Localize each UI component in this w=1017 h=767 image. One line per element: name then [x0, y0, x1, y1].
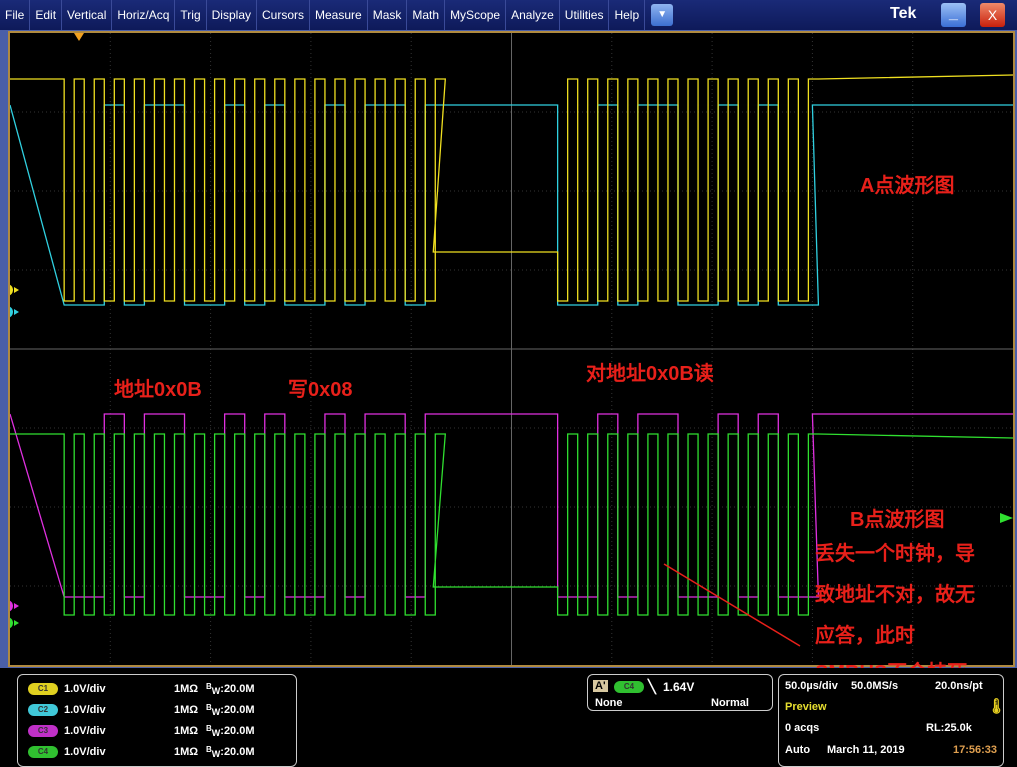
close-button[interactable]: X: [980, 3, 1005, 27]
acq-state: Preview: [785, 701, 827, 713]
annotation-read: 对地址0x0B读: [586, 363, 714, 385]
channel-impedance: 1MΩ: [174, 683, 199, 695]
menu-vertical[interactable]: Vertical: [62, 0, 113, 30]
channel-row-1[interactable]: C1 1.0V/div 1MΩ B W:20.0M: [28, 679, 255, 699]
channel-row-4[interactable]: C4 1.0V/div 1MΩ B W:20.0M: [28, 742, 255, 762]
acquisition-panel[interactable]: 50.0µs/div 50.0MS/s 20.0ns/pt Preview 🌡 …: [778, 674, 1007, 767]
menu-utilities[interactable]: Utilities: [560, 0, 610, 30]
channel-pill[interactable]: C3: [28, 725, 58, 737]
menu-dropdown-button[interactable]: ▼: [651, 4, 674, 26]
annotation-address: 地址0x0B: [114, 379, 202, 401]
channel-row-3[interactable]: C3 1.0V/div 1MΩ B W:20.0M: [28, 721, 255, 741]
channel-2-arrow-icon: [14, 309, 19, 315]
channel-impedance: 1MΩ: [174, 725, 199, 737]
menu-edit[interactable]: Edit: [30, 0, 63, 30]
channel-bandwidth: :20.0M: [220, 746, 255, 758]
trigger-coupling: None: [595, 697, 623, 709]
falling-edge-icon: ╲: [648, 679, 656, 694]
acq-count: 0 acqs: [785, 722, 820, 734]
channel-3-arrow-icon: [14, 603, 19, 609]
channel-4-marker: [10, 617, 13, 629]
time: 17:56:33: [953, 744, 998, 756]
sample-rate: 50.0MS/s: [851, 680, 899, 692]
record-length: RL:25.0k: [926, 722, 972, 734]
trigger-level-marker: [1000, 513, 1013, 523]
channel-1-marker: [10, 284, 13, 296]
tek-logo: Tek: [890, 5, 917, 22]
annotation-note-2: 致地址不对，故无: [815, 584, 975, 606]
annotation-a-wave: A点波形图: [860, 175, 955, 197]
channel-row-2[interactable]: C2 1.0V/div 1MΩ B W:20.0M: [28, 700, 255, 720]
channel-scale: 1.0V/div: [64, 725, 106, 737]
channel-bandwidth: :20.0M: [220, 725, 255, 737]
trigger-level: 1.64V: [663, 680, 695, 694]
menu-measure[interactable]: Measure: [310, 0, 368, 30]
channel-bandwidth: :20.0M: [220, 683, 255, 695]
channel-4-arrow-icon: [14, 620, 19, 626]
trigger-position-marker: [74, 33, 84, 41]
channel-panel: C1 1.0V/div 1MΩ B W:20.0M C2 1.0V/div 1MΩ B W:20.…: [17, 674, 297, 767]
menu-bar: File Edit Vertical Horiz/Acq Trig Display Curs…: [0, 0, 1017, 30]
channel-impedance: 1MΩ: [174, 704, 199, 716]
channel-pill[interactable]: C1: [28, 683, 58, 695]
channel-3-marker: [10, 600, 13, 612]
menu-myscope[interactable]: MyScope: [445, 0, 507, 30]
channel-1-arrow-icon: [14, 287, 19, 293]
menu-display[interactable]: Display: [207, 0, 257, 30]
menu-horizacq[interactable]: Horiz/Acq: [112, 0, 176, 30]
menu-math[interactable]: Math: [407, 0, 446, 30]
annotation-b-wave: B点波形图: [850, 509, 945, 531]
channel-scale: 1.0V/div: [64, 746, 106, 758]
annotation-note-3: 应答，此时: [815, 625, 915, 647]
timebase: 50.0µs/div: [785, 680, 838, 692]
thermometer-icon: 🌡: [987, 698, 1007, 715]
run-mode: Auto: [785, 744, 811, 756]
menu-cursors[interactable]: Cursors: [257, 0, 311, 30]
bandwidth-w: W: [211, 749, 221, 759]
trigger-source-pill: C4: [614, 681, 644, 693]
bandwidth-w: W: [211, 686, 221, 696]
channel-bandwidth: :20.0M: [220, 704, 255, 716]
channel-scale: 1.0V/div: [64, 683, 106, 695]
annotation-note-1: 丢失一个时钟，导: [815, 543, 975, 565]
menu-analyze[interactable]: Analyze: [506, 0, 560, 30]
bandwidth-w: W: [211, 728, 221, 738]
annotation-write: 写0x08: [288, 379, 353, 401]
annotation-arrow-line: [663, 563, 801, 647]
bandwidth-w: W: [211, 707, 221, 717]
channel-pill[interactable]: C2: [28, 704, 58, 716]
channel-impedance: 1MΩ: [174, 746, 199, 758]
channel-2-marker: [10, 306, 13, 318]
channel-pill[interactable]: C4: [28, 746, 58, 758]
menu-mask[interactable]: Mask: [368, 0, 408, 30]
resolution: 20.0ns/pt: [935, 680, 983, 692]
trigger-panel[interactable]: A' C4 ╲ 1.64V None Normal: [587, 674, 773, 711]
date: March 11, 2019: [827, 744, 905, 756]
channel-scale: 1.0V/div: [64, 704, 106, 716]
graticule: 1234: [10, 33, 1013, 665]
trigger-label: A': [593, 680, 608, 692]
menu-trig[interactable]: Trig: [175, 0, 207, 30]
trigger-mode: Normal: [711, 697, 749, 709]
waveform-display[interactable]: 1234 A点波形图 地址0x0B 写0x08 对地址0x0B读 B点波形图 丢…: [8, 31, 1015, 684]
menu-file[interactable]: File: [0, 0, 31, 30]
status-area: C1 1.0V/div 1MΩ B W:20.0M C2 1.0V/div 1MΩ B W:20.…: [0, 668, 1017, 767]
minimize-button[interactable]: _: [941, 3, 966, 27]
menu-help[interactable]: Help: [609, 0, 646, 30]
